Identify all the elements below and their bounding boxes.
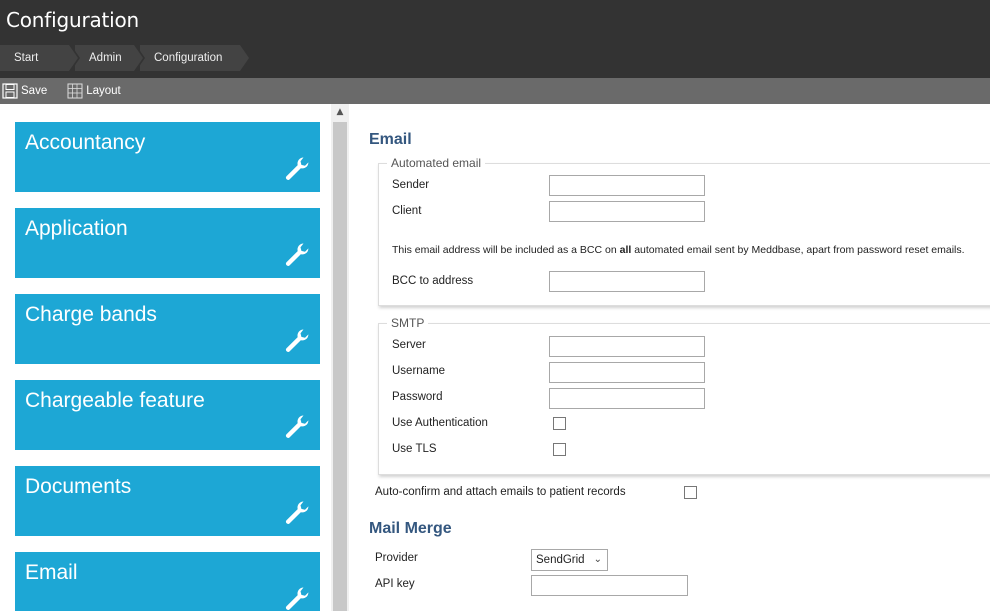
configuration-sidebar: Accountancy Application Charge bands Cha…: [0, 104, 331, 611]
email-section-title: Email: [369, 131, 412, 148]
tile-application[interactable]: Application: [15, 208, 320, 278]
password-input[interactable]: [549, 388, 705, 409]
page-title: Configuration: [6, 8, 140, 32]
sender-input[interactable]: [549, 175, 705, 196]
sidebar-scrollbar[interactable]: ▲: [331, 104, 349, 611]
tile-label: Email: [25, 561, 78, 584]
header-bar: Configuration Start Page Admin Configura…: [0, 0, 990, 90]
smtp-group: SMTP Server Username Password Use Authen…: [378, 316, 990, 475]
tile-charge-bands[interactable]: Charge bands: [15, 294, 320, 364]
tile-label: Accountancy: [25, 131, 146, 154]
server-label: Server: [392, 339, 426, 351]
server-input[interactable]: [549, 336, 705, 357]
use-tls-label: Use TLS: [392, 443, 437, 455]
provider-label: Provider: [375, 552, 418, 564]
tile-label: Charge bands: [25, 303, 157, 326]
tile-accountancy[interactable]: Accountancy: [15, 122, 320, 192]
tile-label: Documents: [25, 475, 132, 498]
chevron-down-icon: ⌄: [593, 554, 602, 565]
provider-value: SendGrid: [536, 554, 585, 566]
use-authentication-label: Use Authentication: [392, 417, 488, 429]
auto-confirm-label: Auto-confirm and attach emails to patien…: [375, 486, 626, 498]
auto-confirm-checkbox[interactable]: [684, 486, 697, 499]
use-tls-checkbox[interactable]: [553, 443, 566, 456]
breadcrumb-admin[interactable]: Admin: [75, 45, 145, 71]
bcc-input[interactable]: [549, 271, 705, 292]
bcc-note-suffix: automated email sent by Meddbase, apart …: [631, 244, 965, 256]
toolbar: Save Layout: [0, 78, 990, 104]
api-key-input[interactable]: [531, 575, 688, 596]
layout-button[interactable]: Layout: [65, 78, 123, 104]
wrench-icon: [285, 329, 309, 352]
wrench-icon: [285, 587, 309, 610]
bcc-note: This email address will be included as a…: [392, 244, 965, 256]
wrench-icon: [285, 501, 309, 524]
automated-email-group: Automated email Sender Client This email…: [378, 156, 990, 306]
smtp-legend: SMTP: [387, 316, 429, 330]
client-input[interactable]: [549, 201, 705, 222]
api-key-label: API key: [375, 578, 415, 590]
save-label: Save: [21, 85, 48, 97]
tile-chargeable-feature[interactable]: Chargeable feature: [15, 380, 320, 450]
save-button[interactable]: Save: [0, 78, 49, 104]
configuration-content: Email Automated email Sender Client This…: [349, 104, 990, 611]
use-authentication-checkbox[interactable]: [553, 417, 566, 430]
tile-label: Application: [25, 217, 128, 240]
wrench-icon: [285, 157, 309, 180]
mail-merge-section-title: Mail Merge: [369, 520, 452, 537]
grid-layout-icon: [67, 83, 83, 99]
bcc-note-prefix: This email address will be included as a…: [392, 244, 620, 256]
password-label: Password: [392, 391, 443, 403]
username-label: Username: [392, 365, 446, 377]
scrollbar-thumb[interactable]: [333, 122, 347, 611]
automated-email-legend: Automated email: [387, 156, 486, 170]
breadcrumb-start-page[interactable]: Start Page: [0, 45, 80, 90]
provider-select[interactable]: SendGrid ⌄: [531, 549, 608, 571]
bcc-label: BCC to address: [392, 275, 474, 287]
tile-email[interactable]: Email: [15, 552, 320, 611]
wrench-icon: [285, 415, 309, 438]
wrench-icon: [285, 243, 309, 266]
username-input[interactable]: [549, 362, 705, 383]
breadcrumb-configuration[interactable]: Configuration: [140, 45, 251, 71]
client-label: Client: [392, 205, 422, 217]
bcc-note-bold: all: [619, 244, 632, 256]
tile-label: Chargeable feature: [25, 389, 205, 412]
breadcrumb: Start Page Admin Configuration: [0, 45, 251, 90]
layout-label: Layout: [86, 85, 121, 97]
sender-label: Sender: [392, 179, 430, 191]
tile-documents[interactable]: Documents: [15, 466, 320, 536]
floppy-disk-icon: [2, 83, 18, 99]
scroll-up-arrow-icon[interactable]: ▲: [331, 104, 349, 120]
